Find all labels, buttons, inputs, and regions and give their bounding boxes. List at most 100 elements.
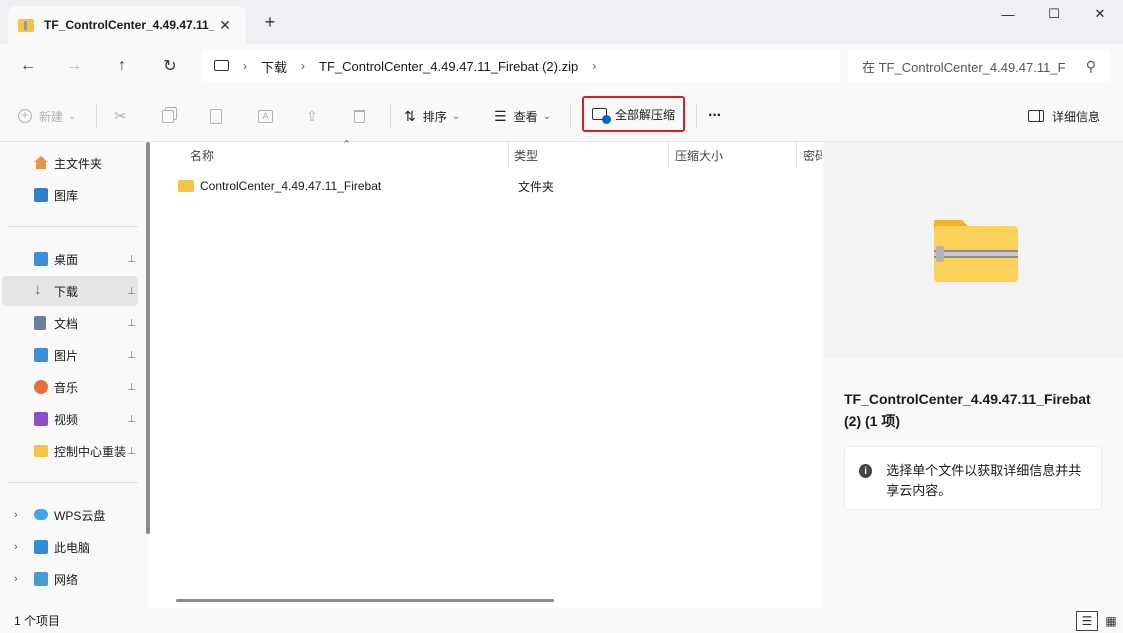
address-bar[interactable]: › 下载 › TF_ControlCenter_4.49.47.11_Fireb… — [202, 50, 840, 82]
breadcrumb-chevron[interactable]: › — [592, 59, 596, 73]
up-button[interactable]: ↑ — [106, 52, 138, 80]
sort-label: 排序 — [422, 109, 447, 124]
delete-button[interactable] — [354, 104, 365, 128]
extract-all-label: 全部解压缩 — [614, 107, 675, 122]
chevron-down-icon: ⌄ — [68, 110, 77, 122]
sidebar-item-control-center[interactable]: 控制中心重装 ⊥ — [2, 436, 138, 466]
sidebar-item-music[interactable]: 音乐 ⊥ — [2, 372, 138, 402]
video-icon — [34, 412, 48, 426]
plus-circle-icon: + — [18, 109, 32, 123]
share-icon: ⇪ — [306, 107, 318, 124]
paste-button[interactable] — [210, 104, 222, 128]
share-button[interactable]: ⇪ — [306, 104, 318, 128]
scissors-icon: ✂ — [114, 108, 127, 125]
details-view-button[interactable]: ☰ — [1076, 611, 1098, 631]
computer-icon — [34, 540, 48, 554]
tiles-view-button[interactable]: ▦ — [1100, 611, 1122, 631]
minimize-button[interactable]: — — [985, 0, 1031, 28]
column-password[interactable]: 密码 — [803, 142, 822, 168]
column-compressed-size[interactable]: 压缩大小 — [675, 142, 723, 168]
details-subtitle: (2) (1 项) — [844, 413, 900, 429]
expand-icon[interactable]: › — [14, 573, 18, 585]
table-row[interactable]: ControlCenter_4.49.47.11_Firebat 文件夹 — [176, 175, 816, 197]
file-type: 文件夹 — [518, 179, 555, 194]
close-tab-button[interactable]: ✕ — [214, 14, 236, 36]
sidebar-item-this-pc[interactable]: › 此电脑 — [2, 532, 138, 562]
sort-icon: ⇅ — [404, 107, 416, 124]
sidebar-item-home[interactable]: 主文件夹 — [2, 148, 138, 178]
tab-current[interactable]: TF_ControlCenter_4.49.47.11_Fi ✕ — [8, 6, 246, 44]
details-pane-button[interactable]: 详细信息 — [1028, 104, 1100, 128]
status-bar: 1 个项目 — [0, 608, 1123, 633]
horizontal-scrollbar[interactable] — [176, 599, 554, 602]
chevron-down-icon: ⌄ — [542, 110, 551, 122]
new-tab-button[interactable]: + — [258, 10, 282, 34]
zip-folder-icon — [934, 220, 1018, 282]
details-title: TF_ControlCenter_4.49.47.11_Firebat — [844, 391, 1091, 407]
pin-icon[interactable]: ⊥ — [127, 414, 136, 425]
folder-icon — [34, 445, 48, 457]
breadcrumb-zip[interactable]: TF_ControlCenter_4.49.47.11_Firebat (2).… — [319, 59, 578, 74]
file-name: ControlCenter_4.49.47.11_Firebat — [200, 179, 382, 193]
column-divider[interactable] — [796, 142, 797, 168]
column-divider[interactable] — [508, 142, 509, 168]
copy-button[interactable] — [162, 104, 174, 128]
rename-button[interactable]: A — [258, 104, 273, 128]
sidebar-item-documents[interactable]: 文档 ⊥ — [2, 308, 138, 338]
sidebar-item-wps-cloud[interactable]: › WPS云盘 — [2, 500, 138, 530]
cut-button[interactable]: ✂ — [114, 104, 127, 128]
info-card: i 选择单个文件以获取详细信息并共享云内容。 — [844, 446, 1102, 510]
search-placeholder: 在 TF_ControlCenter_4.49.47.11_F — [862, 59, 1066, 75]
sidebar-scrollbar[interactable] — [146, 142, 150, 534]
sidebar-item-downloads[interactable]: ↓ 下载 ⊥ — [2, 276, 138, 306]
chevron-down-icon: ⌄ — [451, 110, 461, 122]
new-button[interactable]: + 新建 ⌄ — [18, 104, 76, 128]
folder-icon — [178, 180, 194, 192]
trash-icon — [354, 109, 365, 123]
pin-icon[interactable]: ⊥ — [127, 254, 136, 265]
title-bar: TF_ControlCenter_4.49.47.11_Fi ✕ + — ☐ ✕ — [0, 0, 1123, 44]
preview-area — [824, 142, 1123, 358]
music-icon — [34, 380, 48, 394]
sort-button[interactable]: ⇅ 排序 ⌄ — [404, 104, 460, 128]
info-icon: i — [859, 464, 873, 478]
extract-all-button[interactable]: 全部解压缩 — [582, 96, 685, 132]
view-button[interactable]: ☰ 查看 ⌄ — [494, 104, 551, 128]
sidebar-item-desktop[interactable]: 桌面 ⊥ — [2, 244, 138, 274]
divider — [8, 226, 138, 227]
divider — [390, 104, 391, 128]
home-icon — [34, 156, 48, 170]
column-type[interactable]: 类型 — [514, 142, 538, 168]
expand-icon[interactable]: › — [14, 541, 18, 553]
close-window-button[interactable]: ✕ — [1077, 0, 1123, 28]
more-options-button[interactable]: ··· — [708, 104, 722, 128]
pin-icon[interactable]: ⊥ — [127, 446, 136, 457]
forward-button[interactable]: → — [58, 52, 90, 80]
rename-icon: A — [258, 109, 273, 123]
file-list: 名称 ⌃ 类型 压缩大小 密码 ControlCenter_4.49.47.11… — [160, 139, 822, 608]
pin-icon[interactable]: ⊥ — [127, 350, 136, 361]
sidebar-item-videos[interactable]: 视频 ⊥ — [2, 404, 138, 434]
maximize-button[interactable]: ☐ — [1031, 0, 1077, 28]
pin-icon[interactable]: ⊥ — [127, 382, 136, 393]
pin-icon[interactable]: ⊥ — [127, 286, 136, 297]
pin-icon[interactable]: ⊥ — [127, 318, 136, 329]
search-input[interactable]: 在 TF_ControlCenter_4.49.47.11_F ⚲ — [848, 50, 1110, 82]
copy-icon — [162, 109, 174, 123]
download-icon: ↓ — [34, 281, 42, 298]
column-name[interactable]: 名称 — [190, 142, 214, 168]
item-count: 1 个项目 — [14, 614, 61, 628]
expand-icon[interactable]: › — [14, 509, 18, 521]
sidebar-item-pictures[interactable]: 图片 ⊥ — [2, 340, 138, 370]
breadcrumb-downloads[interactable]: 下载 — [261, 57, 287, 76]
sidebar-item-gallery[interactable]: 图库 — [2, 180, 138, 210]
computer-icon — [214, 59, 229, 71]
sidebar-item-network[interactable]: › 网络 — [2, 564, 138, 594]
search-icon: ⚲ — [1085, 57, 1096, 74]
back-button[interactable]: ← — [12, 52, 44, 80]
navigation-bar: ← → ↑ ↻ › 下载 › TF_ControlCenter_4.49.47.… — [0, 44, 1123, 90]
column-divider[interactable] — [668, 142, 669, 168]
gallery-icon — [34, 188, 48, 202]
details-pane: TF_ControlCenter_4.49.47.11_Firebat (2) … — [822, 142, 1123, 608]
refresh-button[interactable]: ↻ — [154, 52, 186, 80]
